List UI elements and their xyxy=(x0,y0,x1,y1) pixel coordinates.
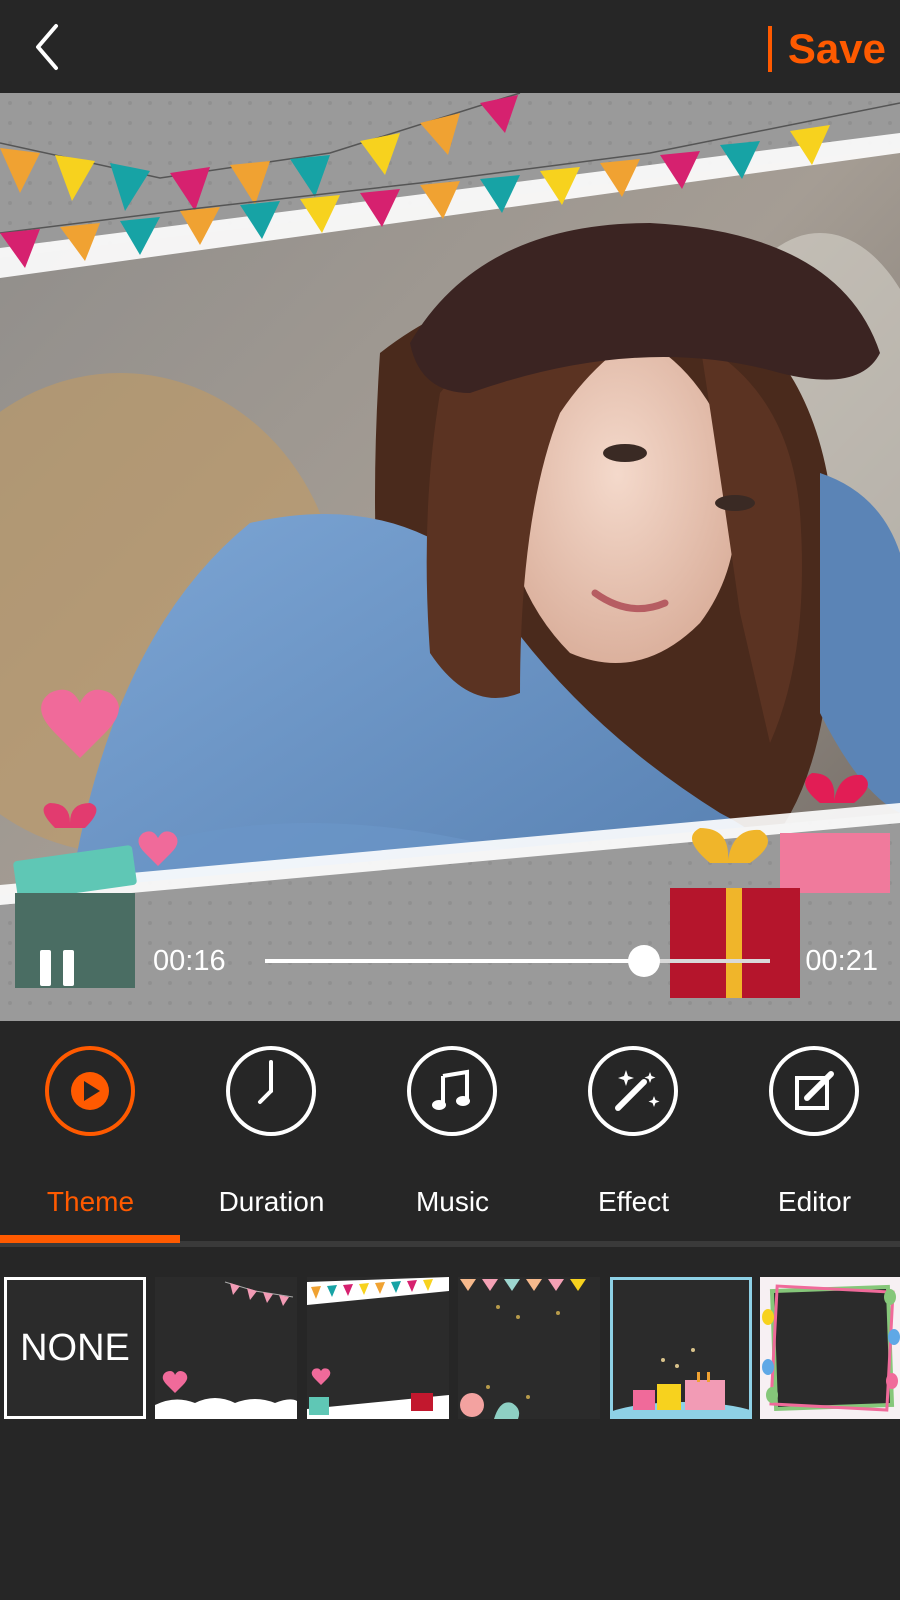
tab-label: Duration xyxy=(218,1186,325,1217)
duration-tab-circle xyxy=(226,1046,316,1136)
theme-thumbnail[interactable] xyxy=(610,1277,752,1419)
music-note-icon xyxy=(432,1069,470,1110)
theme-none[interactable]: NONE xyxy=(4,1277,146,1419)
preview-photo xyxy=(0,93,900,1021)
magic-wand-icon xyxy=(615,1070,660,1111)
tab-editor[interactable]: Editor xyxy=(724,1046,900,1236)
playback-controls: 00:16 00:21 xyxy=(0,895,900,1021)
seek-bar[interactable] xyxy=(265,945,770,977)
theme-thumbnail[interactable] xyxy=(155,1277,297,1419)
chevron-left-icon xyxy=(36,24,58,70)
edit-icon xyxy=(795,1071,834,1110)
tab-label: Music xyxy=(415,1186,490,1217)
save-label: Save xyxy=(787,25,886,72)
theme-list: NONE xyxy=(0,1277,900,1419)
theme-preview-hearts xyxy=(155,1281,297,1419)
pause-icon xyxy=(40,950,74,986)
tab-label: Effect xyxy=(597,1186,670,1217)
active-tab-indicator xyxy=(0,1235,180,1243)
theme-none-label: NONE xyxy=(20,1326,130,1369)
tab-duration[interactable]: Duration xyxy=(181,1046,362,1236)
effect-tab-circle xyxy=(588,1046,678,1136)
pause-button[interactable] xyxy=(30,938,86,994)
save-button[interactable]: Save xyxy=(767,22,886,76)
current-time: 00:16 xyxy=(153,945,226,977)
save-divider xyxy=(767,26,772,72)
theme-thumbnail[interactable] xyxy=(760,1277,900,1419)
tab-label: Editor xyxy=(777,1186,852,1217)
tab-music[interactable]: Music xyxy=(362,1046,543,1236)
total-time: 00:21 xyxy=(805,945,878,977)
back-button[interactable] xyxy=(30,22,70,72)
editor-tab-circle xyxy=(769,1046,859,1136)
play-icon xyxy=(71,1072,109,1110)
top-bar: Save xyxy=(0,0,900,93)
theme-preview-balloons xyxy=(760,1277,900,1419)
theme-tab-circle xyxy=(45,1046,135,1136)
theme-preview-party xyxy=(307,1277,449,1419)
seek-thumb[interactable] xyxy=(627,945,660,977)
theme-preview-confetti xyxy=(460,1279,586,1419)
tool-tabs: Theme Duration Music Effect Editor xyxy=(0,1021,900,1241)
theme-preview-birthday xyxy=(613,1348,749,1416)
clock-icon xyxy=(258,1060,273,1104)
music-tab-circle xyxy=(407,1046,497,1136)
theme-thumbnail[interactable] xyxy=(307,1277,449,1419)
theme-thumbnail[interactable] xyxy=(458,1277,600,1419)
tab-label: Theme xyxy=(46,1186,135,1217)
video-preview[interactable] xyxy=(0,93,900,1021)
tab-theme[interactable]: Theme xyxy=(0,1046,181,1236)
tab-effect[interactable]: Effect xyxy=(543,1046,724,1236)
seek-progress xyxy=(265,959,644,963)
